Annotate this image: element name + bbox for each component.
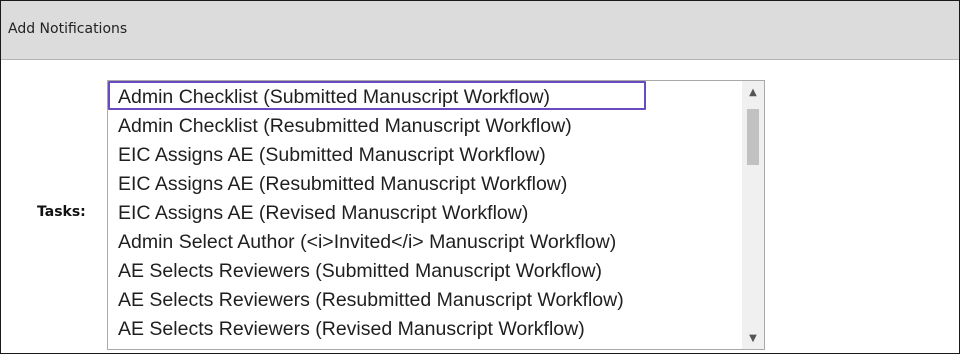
task-option[interactable]: Admin Checklist (Submitted Manuscript Wo… [108, 81, 646, 110]
tasks-listbox[interactable]: Admin Checklist (Submitted Manuscript Wo… [107, 80, 765, 350]
scroll-thumb[interactable] [747, 109, 759, 165]
task-option[interactable]: EIC Assigns AE (Revised Manuscript Workf… [108, 197, 742, 226]
panel-header: Add Notifications [1, 1, 959, 60]
task-option[interactable]: AE Selects Reviewers (Resubmitted Manusc… [108, 284, 742, 313]
task-option[interactable]: EIC Assigns AE (Submitted Manuscript Wor… [108, 139, 742, 168]
listbox-scrollbar[interactable]: ▲ ▼ [742, 81, 764, 349]
scroll-up-icon[interactable]: ▲ [742, 81, 764, 103]
panel-title: Add Notifications [8, 21, 128, 37]
task-option[interactable]: Admin Select Author (<i>Invited</i> Manu… [108, 226, 742, 255]
scroll-down-icon[interactable]: ▼ [742, 327, 764, 349]
task-option[interactable]: AE Selects Reviewers (Revised Manuscript… [108, 313, 742, 342]
task-option[interactable]: Admin Checklist (Resubmitted Manuscript … [108, 110, 742, 139]
tasks-label: Tasks: [37, 204, 86, 220]
tasks-options: Admin Checklist (Submitted Manuscript Wo… [108, 81, 742, 349]
add-notifications-panel: Add Notifications Tasks: Admin Checklist… [0, 0, 960, 354]
task-option[interactable]: EIC Assigns AE (Resubmitted Manuscript W… [108, 168, 742, 197]
task-option[interactable]: AE Selects Reviewers (Submitted Manuscri… [108, 255, 742, 284]
